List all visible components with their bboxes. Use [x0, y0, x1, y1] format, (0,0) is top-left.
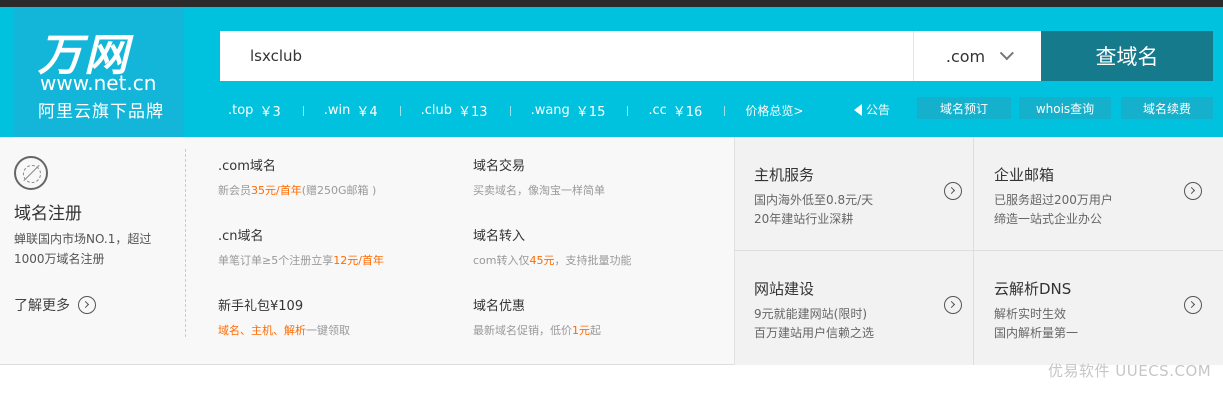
- main-panel: 域名注册 蝉联国内市场NO.1，超过1000万域名注册 了解更多 .com域名 …: [0, 137, 1223, 365]
- feature-desc: com转入仅45元，支持批量功能: [473, 254, 632, 267]
- service-title: 云解析DNS: [994, 280, 1072, 298]
- feature-transfer[interactable]: 域名转入 com转入仅45元，支持批量功能: [473, 225, 713, 268]
- service-desc: 已服务超过200万用户 缔造一站式企业办公: [994, 193, 1113, 226]
- service-desc: 国内海外低至0.8元/天 20年建站行业深耕: [754, 193, 874, 226]
- feature-trade[interactable]: 域名交易 买卖域名，像淘宝一样简单: [473, 155, 713, 198]
- service-desc: 解析实时生效 国内解析量第一: [994, 307, 1079, 340]
- feature-desc: 域名、主机、解析一键领取: [218, 324, 350, 337]
- chevron-right-circle-icon: [78, 296, 96, 314]
- price-ext: .club: [420, 103, 453, 118]
- notice-link[interactable]: 公告: [854, 101, 890, 118]
- price-item-top[interactable]: .top ￥3: [228, 101, 324, 120]
- notice-label: 公告: [866, 103, 891, 117]
- extension-select-value: .com: [945, 46, 986, 66]
- domain-search-input[interactable]: [220, 31, 913, 81]
- price-list: .top ￥3 .win ￥4 .club ￥13 .wang ￥15 .cc …: [228, 101, 803, 120]
- feature-cn[interactable]: .cn域名 单笔订单≥5个注册立享12元/首年: [218, 225, 458, 268]
- chevron-down-icon: [999, 46, 1015, 61]
- search-domain-button[interactable]: 查域名: [1041, 31, 1213, 81]
- chevron-right-circle-icon[interactable]: [1184, 182, 1202, 200]
- price-value: ￥13: [458, 105, 488, 120]
- learn-more-label: 了解更多: [14, 298, 70, 314]
- price-item-wang[interactable]: .wang ￥15: [531, 101, 649, 120]
- price-item-win[interactable]: .win ￥4: [324, 101, 421, 120]
- globe-icon: [14, 156, 48, 190]
- domain-reserve-button[interactable]: 域名预订: [917, 97, 1011, 119]
- service-email[interactable]: 企业邮箱 已服务超过200万用户 缔造一站式企业办公: [974, 137, 1213, 251]
- logo-url: www.net.cn: [40, 71, 157, 95]
- learn-more-link[interactable]: 了解更多: [14, 295, 96, 315]
- feature-title: 新手礼包¥109: [218, 299, 304, 314]
- price-value: ￥4: [356, 105, 378, 120]
- feature-title: 域名优惠: [473, 299, 526, 314]
- chevron-right-circle-icon[interactable]: [944, 182, 962, 200]
- service-website[interactable]: 网站建设 9元就能建网站(限时) 百万建站用户信赖之选: [734, 251, 973, 365]
- extension-select[interactable]: .com: [913, 31, 1041, 81]
- price-ext: .win: [323, 103, 351, 118]
- feature-discount[interactable]: 域名优惠 最新域名促销，低价1元起: [473, 295, 713, 338]
- logo[interactable]: 万网 www.net.cn 阿里云旗下品牌: [14, 7, 184, 137]
- service-hosting[interactable]: 主机服务 国内海外低至0.8元/天 20年建站行业深耕: [734, 137, 973, 251]
- top-strip: [0, 0, 1223, 7]
- price-divider: [724, 105, 726, 116]
- price-value: ￥3: [259, 105, 281, 120]
- divider: [185, 149, 186, 337]
- service-title: 主机服务: [754, 166, 815, 184]
- feature-desc: 最新域名促销，低价1元起: [473, 324, 601, 337]
- domain-registration-title: 域名注册: [14, 204, 82, 224]
- feature-gift[interactable]: 新手礼包¥109 域名、主机、解析一键领取: [218, 295, 458, 338]
- feature-com[interactable]: .com域名 新会员35元/首年(赠250G邮箱 ): [218, 155, 458, 198]
- feature-title: .cn域名: [218, 229, 264, 244]
- header: 万网 www.net.cn 阿里云旗下品牌 .com 查域名 .top ￥3 .…: [0, 7, 1223, 137]
- feature-desc: 新会员35元/首年(赠250G邮箱 ): [218, 184, 377, 197]
- speaker-icon: [854, 103, 862, 116]
- chevron-right-circle-icon[interactable]: [944, 296, 962, 314]
- price-ext: .top: [228, 103, 254, 118]
- price-ext: .wang: [530, 103, 570, 118]
- price-overview-link[interactable]: 价格总览>: [745, 102, 803, 119]
- price-item-cc[interactable]: .cc ￥16: [648, 101, 745, 120]
- price-value: ￥15: [575, 105, 606, 120]
- whois-button[interactable]: whois查询: [1019, 97, 1111, 119]
- chevron-right-circle-icon[interactable]: [1184, 296, 1202, 314]
- service-dns[interactable]: 云解析DNS 解析实时生效 国内解析量第一: [974, 251, 1213, 365]
- price-value: ￥16: [672, 105, 703, 120]
- service-title: 网站建设: [754, 280, 815, 298]
- watermark: 优易软件 UUECS.COM: [1048, 362, 1212, 380]
- domain-registration-card: 域名注册 蝉联国内市场NO.1，超过1000万域名注册 了解更多: [0, 137, 185, 365]
- domain-renew-button[interactable]: 域名续费: [1121, 97, 1213, 119]
- logo-tagline: 阿里云旗下品牌: [38, 102, 164, 122]
- price-divider: [509, 105, 511, 116]
- price-divider: [302, 105, 304, 116]
- feature-desc: 买卖域名，像淘宝一样简单: [473, 184, 605, 197]
- price-divider: [627, 105, 629, 116]
- feature-title: .com域名: [218, 159, 276, 174]
- domain-registration-desc: 蝉联国内市场NO.1，超过1000万域名注册: [14, 232, 152, 266]
- feature-title: 域名交易: [473, 159, 526, 174]
- search-bar: .com 查域名: [220, 31, 1213, 81]
- service-desc: 9元就能建网站(限时) 百万建站用户信赖之选: [754, 307, 875, 340]
- price-ext: .cc: [648, 103, 667, 118]
- price-item-club[interactable]: .club ￥13: [421, 101, 531, 120]
- service-title: 企业邮箱: [994, 166, 1055, 184]
- price-divider: [399, 105, 401, 116]
- feature-desc: 单笔订单≥5个注册立享12元/首年: [218, 254, 384, 267]
- feature-title: 域名转入: [473, 229, 526, 244]
